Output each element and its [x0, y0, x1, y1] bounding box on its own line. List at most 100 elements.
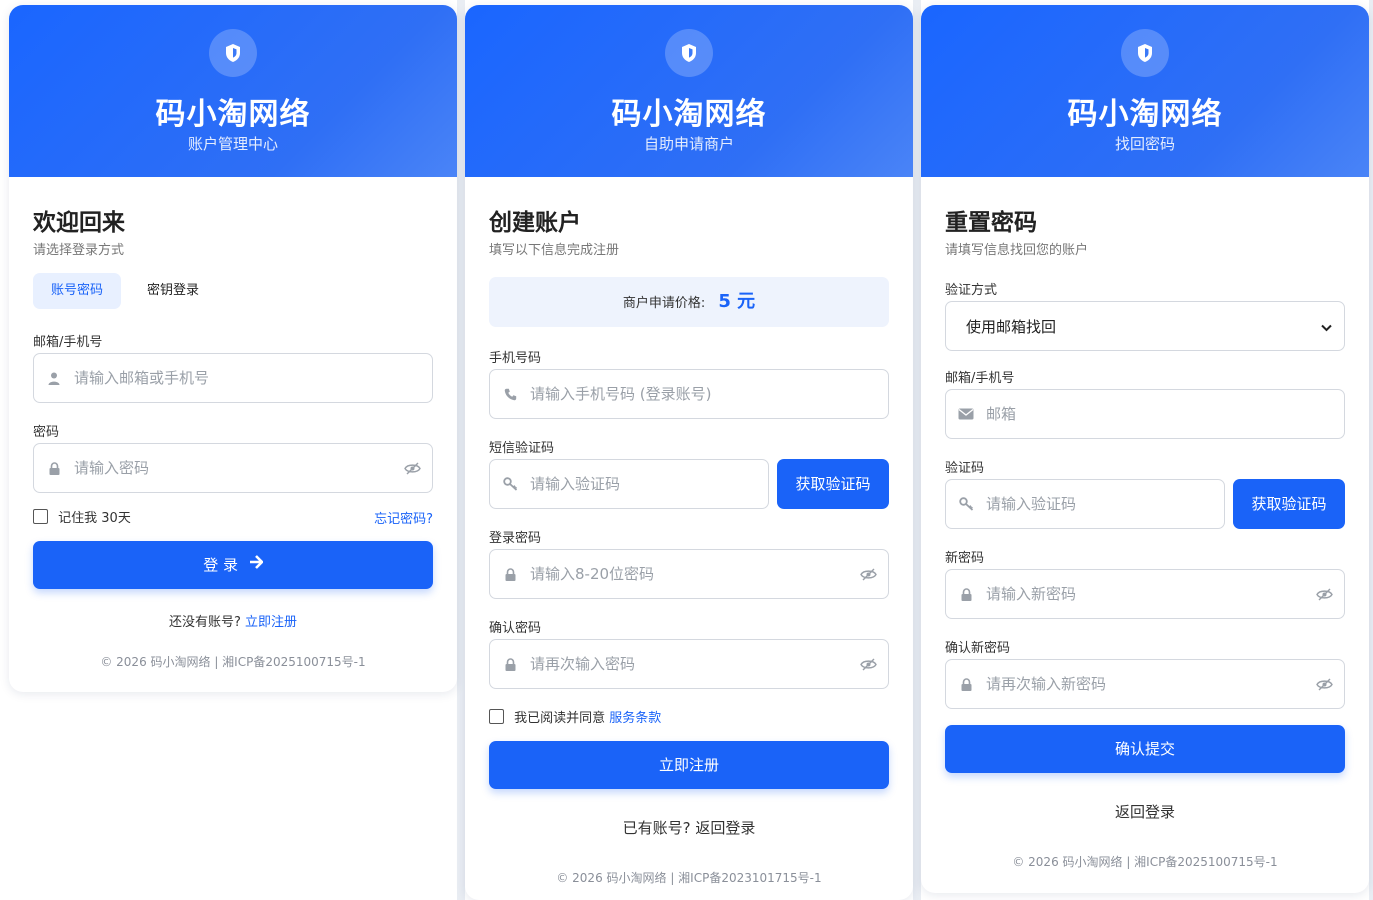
shield-icon [1121, 29, 1169, 77]
eye-slash-icon[interactable] [1304, 588, 1344, 601]
new-password-input[interactable] [986, 570, 1304, 618]
login-header: 码小淘网络 账户管理中心 [9, 5, 457, 177]
lock-icon [946, 677, 986, 691]
account-input[interactable] [74, 354, 432, 402]
sms-label: 短信验证码 [489, 441, 555, 456]
agree-checkbox[interactable] [489, 709, 504, 724]
new-password-field[interactable] [945, 569, 1345, 619]
password-label: 登录密码 [489, 531, 542, 546]
get-code-button[interactable]: 获取验证码 [1233, 479, 1345, 529]
back-to-login-link[interactable]: 返回登录 [921, 801, 1369, 822]
code-input[interactable] [986, 480, 1224, 528]
page-title: 创建账户 [489, 210, 581, 236]
register-link[interactable]: 立即注册 [245, 615, 297, 630]
phone-icon [490, 388, 530, 401]
new-password-label: 新密码 [945, 551, 985, 566]
sms-code-field[interactable] [489, 459, 769, 509]
login-button-label: 登 录 [203, 556, 238, 574]
key-icon [946, 497, 986, 511]
arrow-right-icon [249, 540, 264, 588]
agree-label: 我已阅读并同意 [514, 711, 606, 726]
password-field[interactable] [33, 443, 433, 493]
phone-input[interactable] [530, 370, 888, 418]
lock-icon [490, 657, 530, 671]
footer-copyright: © 2026 码小淘网络 | 湘ICP备2025100715号-1 [1012, 855, 1278, 869]
account-input[interactable] [986, 390, 1344, 438]
tab-password[interactable]: 账号密码 [33, 273, 121, 309]
code-field[interactable] [945, 479, 1225, 529]
confirm-new-password-input[interactable] [986, 660, 1304, 708]
panel-gap [1369, 0, 1373, 900]
password-field[interactable] [489, 549, 889, 599]
method-selected-value: 使用邮箱找回 [966, 317, 1057, 336]
shield-icon [209, 29, 257, 77]
confirm-password-label: 确认密码 [489, 621, 542, 636]
eye-slash-icon[interactable] [848, 658, 888, 671]
tab-key-login[interactable]: 密钥登录 [133, 273, 213, 309]
remember-checkbox[interactable] [33, 509, 48, 524]
reset-header: 码小淘网络 找回密码 [921, 5, 1369, 177]
account-field[interactable] [945, 389, 1345, 439]
confirm-submit-button[interactable]: 确认提交 [945, 725, 1345, 773]
method-select[interactable]: 使用邮箱找回 [945, 301, 1345, 351]
password-input[interactable] [530, 550, 848, 598]
back-to-login-link[interactable]: 已有账号? 返回登录 [465, 817, 913, 838]
account-label: 邮箱/手机号 [33, 335, 103, 350]
account-field[interactable] [33, 353, 433, 403]
register-prompt: 还没有账号? 立即注册 [9, 611, 457, 630]
password-input[interactable] [74, 444, 392, 492]
remember-label: 记住我 30天 [58, 511, 131, 526]
eye-slash-icon[interactable] [1304, 678, 1344, 691]
account-label: 邮箱/手机号 [945, 371, 1015, 386]
user-icon [34, 372, 74, 385]
footer-copyright: © 2026 码小淘网络 | 湘ICP备2025100715号-1 [100, 655, 366, 669]
phone-field[interactable] [489, 369, 889, 419]
lock-icon [490, 567, 530, 581]
confirm-password-field[interactable] [489, 639, 889, 689]
phone-label: 手机号码 [489, 351, 542, 366]
register-header: 码小淘网络 自助申请商户 [465, 5, 913, 177]
page-title: 欢迎回来 [33, 210, 125, 236]
header-subtitle: 找回密码 [1114, 135, 1175, 153]
envelope-icon [946, 408, 986, 420]
lock-icon [946, 587, 986, 601]
confirm-new-password-field[interactable] [945, 659, 1345, 709]
eye-slash-icon[interactable] [392, 462, 432, 475]
get-code-button[interactable]: 获取验证码 [777, 459, 889, 509]
register-card: 码小淘网络 自助申请商户 创建账户 填写以下信息完成注册 商户申请价格: 5 元… [465, 5, 913, 900]
page-subtitle: 填写以下信息完成注册 [489, 243, 620, 258]
chevron-down-icon [1321, 317, 1332, 336]
confirm-password-input[interactable] [530, 640, 848, 688]
login-button[interactable]: 登 录 [33, 541, 433, 589]
forgot-password-link[interactable]: 忘记密码? [374, 508, 433, 527]
header-subtitle: 自助申请商户 [643, 135, 734, 153]
price-box: 商户申请价格: 5 元 [489, 277, 889, 327]
lock-icon [34, 461, 74, 475]
login-card: 码小淘网络 账户管理中心 欢迎回来 请选择登录方式 账号密码 密钥登录 邮箱/手… [9, 5, 457, 692]
header-subtitle: 账户管理中心 [187, 135, 278, 153]
register-button[interactable]: 立即注册 [489, 741, 889, 789]
page-subtitle: 请选择登录方式 [33, 243, 125, 258]
footer-copyright: © 2026 码小淘网络 | 湘ICP备2023101715号-1 [556, 871, 822, 885]
no-account-text: 还没有账号? [168, 615, 241, 630]
agree-row[interactable]: 我已阅读并同意 服务条款 [489, 707, 661, 726]
terms-link[interactable]: 服务条款 [609, 711, 661, 726]
price-value: 5 元 [718, 291, 756, 312]
price-label: 商户申请价格: [622, 296, 706, 311]
brand-name: 码小淘网络 [611, 97, 767, 132]
key-icon [490, 477, 530, 491]
method-label: 验证方式 [945, 283, 998, 298]
eye-slash-icon[interactable] [848, 568, 888, 581]
page-subtitle: 请填写信息找回您的账户 [945, 243, 1089, 258]
reset-card: 码小淘网络 找回密码 重置密码 请填写信息找回您的账户 验证方式 使用邮箱找回 … [921, 5, 1369, 893]
remember-row[interactable]: 记住我 30天 [33, 507, 131, 526]
brand-name: 码小淘网络 [1067, 97, 1223, 132]
page-title: 重置密码 [945, 210, 1037, 236]
confirm-new-password-label: 确认新密码 [945, 641, 1011, 656]
password-label: 密码 [33, 425, 60, 440]
sms-code-input[interactable] [530, 460, 768, 508]
panel-gap [457, 0, 465, 900]
code-label: 验证码 [945, 461, 985, 476]
shield-icon [665, 29, 713, 77]
panel-gap [913, 0, 921, 900]
